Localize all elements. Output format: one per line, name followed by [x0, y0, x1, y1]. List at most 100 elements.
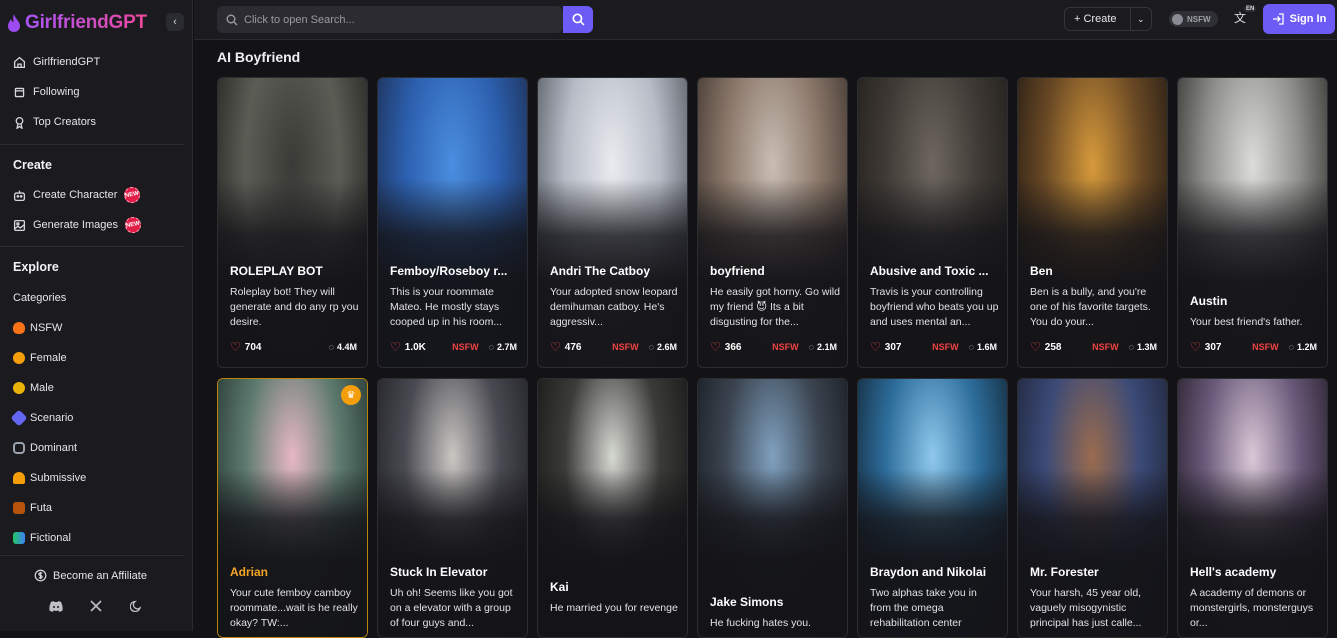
sidebar-item-top-creators[interactable]: Top Creators	[13, 112, 96, 132]
card-stats: ♡ 366 NSFW ◌ 2.1M	[710, 340, 837, 354]
likes: ♡ 307	[870, 340, 901, 354]
likes-count: 476	[564, 341, 582, 353]
chat-bubble-icon: ◌	[648, 342, 654, 352]
new-badge: NEW	[123, 215, 143, 235]
heart-icon: ♡	[1190, 340, 1201, 354]
character-card[interactable]: Jake Simons He fucking hates you.	[697, 378, 848, 638]
card-stats: ♡ 1.0K NSFW ◌ 2.7M	[390, 340, 517, 354]
character-name: Austin	[1190, 294, 1228, 308]
language-badge: EN	[1244, 6, 1257, 12]
character-card[interactable]: Braydon and Nikolai Two alphas take you …	[857, 378, 1008, 638]
chats-count: 2.7M	[496, 342, 517, 352]
toggle-knob	[1172, 13, 1183, 25]
character-card[interactable]: Andri The Catboy Your adopted snow leopa…	[537, 77, 688, 368]
chevron-left-icon: ‹	[173, 16, 177, 28]
chevron-down-icon[interactable]: ⌄	[1129, 8, 1151, 30]
chats: ◌ 2.1M	[809, 342, 837, 352]
x-icon[interactable]	[88, 598, 104, 614]
category-label: Fictional	[30, 532, 71, 544]
dollar-circle-icon	[34, 569, 47, 582]
character-name: Stuck In Elevator	[390, 565, 488, 579]
card-stats: ♡ 258 NSFW ◌ 1.3M	[1030, 340, 1157, 354]
create-button[interactable]: + Create ⌄	[1064, 7, 1152, 31]
category-scenario[interactable]: Scenario	[10, 409, 73, 427]
likes: ♡ 258	[1030, 340, 1061, 354]
character-card[interactable]: ♛ Adrian Your cute femboy camboy roommat…	[217, 378, 368, 638]
category-futa[interactable]: Futa	[13, 499, 52, 517]
category-female[interactable]: Female	[13, 349, 67, 367]
sidebar-item-home[interactable]: GirlfriendGPT	[13, 52, 100, 72]
fire-icon	[13, 322, 25, 334]
card-stats: ♡ 476 NSFW ◌ 2.6M	[550, 340, 677, 354]
likes-count: 307	[884, 341, 902, 353]
categories-label: Categories	[13, 292, 67, 304]
category-label: Dominant	[30, 442, 78, 454]
likes: ♡ 704	[230, 340, 261, 354]
likes-count: 1.0K	[404, 341, 426, 353]
character-description: This is your roommate Mateo. He mostly s…	[390, 286, 503, 328]
character-card[interactable]: ROLEPLAY BOT Roleplay bot! They will gen…	[217, 77, 368, 368]
likes: ♡ 307	[1190, 340, 1221, 354]
login-icon	[1272, 13, 1284, 25]
heart-icon: ♡	[230, 340, 241, 354]
character-name: ROLEPLAY BOT	[230, 264, 323, 278]
nsfw-tag: NSFW	[932, 342, 959, 352]
search-input[interactable]: Click to open Search...	[217, 6, 563, 33]
character-card[interactable]: Austin Your best friend's father. ♡ 307 NS…	[1177, 77, 1328, 368]
brand-logo[interactable]: GirlfriendGPT	[6, 10, 147, 36]
collapse-sidebar-button[interactable]: ‹	[166, 13, 184, 31]
chat-bubble-icon: ◌	[968, 342, 974, 352]
heart-icon: ♡	[550, 340, 561, 354]
search-placeholder: Click to open Search...	[244, 13, 355, 26]
sidebar-divider	[0, 555, 184, 556]
category-dominant[interactable]: Dominant	[13, 439, 77, 457]
character-name: Jake Simons	[710, 595, 784, 609]
nsfw-toggle[interactable]: NSFW	[1169, 11, 1218, 27]
category-nsfw[interactable]: NSFW	[13, 319, 62, 337]
language-button[interactable]: 文 EN	[1234, 6, 1257, 29]
category-fictional[interactable]: Fictional	[13, 529, 71, 547]
character-description: Uh oh! Seems like you got on a elevator …	[390, 587, 513, 629]
character-card[interactable]: Abusive and Toxic ... Travis is your con…	[857, 77, 1008, 368]
page-title: AI Boyfriend	[217, 49, 301, 65]
character-name: boyfriend	[710, 264, 765, 278]
category-submissive[interactable]: Submissive	[13, 469, 86, 487]
search-button[interactable]	[563, 6, 593, 33]
sidebar-item-following[interactable]: Following	[13, 82, 79, 102]
become-affiliate-link[interactable]: Become an Affiliate	[34, 569, 147, 582]
sidebar-item-label: Following	[33, 86, 80, 98]
character-card[interactable]: Hell's academy A academy of demons or mo…	[1177, 378, 1328, 638]
character-name: Femboy/Roseboy r...	[390, 264, 508, 278]
search-icon	[226, 14, 238, 25]
sidebar-divider	[0, 144, 184, 145]
female-icon	[13, 352, 25, 364]
character-description: Roleplay bot! They will generate and do …	[230, 286, 359, 328]
character-card[interactable]: Femboy/Roseboy r... This is your roommat…	[377, 77, 528, 368]
character-card[interactable]: Kai He married you for revenge	[537, 378, 688, 638]
card-stats: ♡ 307 NSFW ◌ 1.6M	[870, 340, 997, 354]
sidebar-item-create-character[interactable]: Create Character NEW	[13, 185, 142, 205]
card-stats: ♡ 307 NSFW ◌ 1.2M	[1190, 340, 1317, 354]
bell-icon	[13, 472, 25, 484]
sign-in-button[interactable]: Sign In	[1263, 4, 1335, 34]
likes: ♡ 1.0K	[390, 340, 426, 354]
card-stats: ♡ 704 ◌ 4.4M	[230, 340, 357, 354]
search-icon	[571, 13, 584, 26]
character-name: Ben	[1030, 264, 1053, 278]
category-male[interactable]: Male	[13, 379, 54, 397]
character-card[interactable]: boyfriend He easily got horny. Go wild m…	[697, 77, 848, 368]
character-description: A academy of demons or monstergirls, mon…	[1190, 587, 1314, 629]
discord-icon[interactable]	[48, 598, 64, 614]
chats-count: 1.3M	[1136, 342, 1157, 352]
character-card[interactable]: Ben Ben is a bully, and you're one of hi…	[1017, 77, 1168, 368]
categories-heading[interactable]: Categories	[13, 289, 66, 307]
character-card[interactable]: Mr. Forester Your harsh, 45 year old, va…	[1017, 378, 1168, 638]
sidebar-item-label: Generate Images	[33, 219, 118, 231]
moon-icon[interactable]	[128, 598, 144, 614]
character-card[interactable]: Stuck In Elevator Uh oh! Seems like you …	[377, 378, 528, 638]
character-description: Your harsh, 45 year old, vaguely misogyn…	[1030, 587, 1142, 629]
sidebar-item-generate-images[interactable]: Generate Images NEW	[13, 215, 143, 235]
chats: ◌ 1.2M	[1289, 342, 1317, 352]
chat-bubble-icon: ◌	[1128, 342, 1134, 352]
nsfw-toggle-label: NSFW	[1187, 14, 1211, 24]
